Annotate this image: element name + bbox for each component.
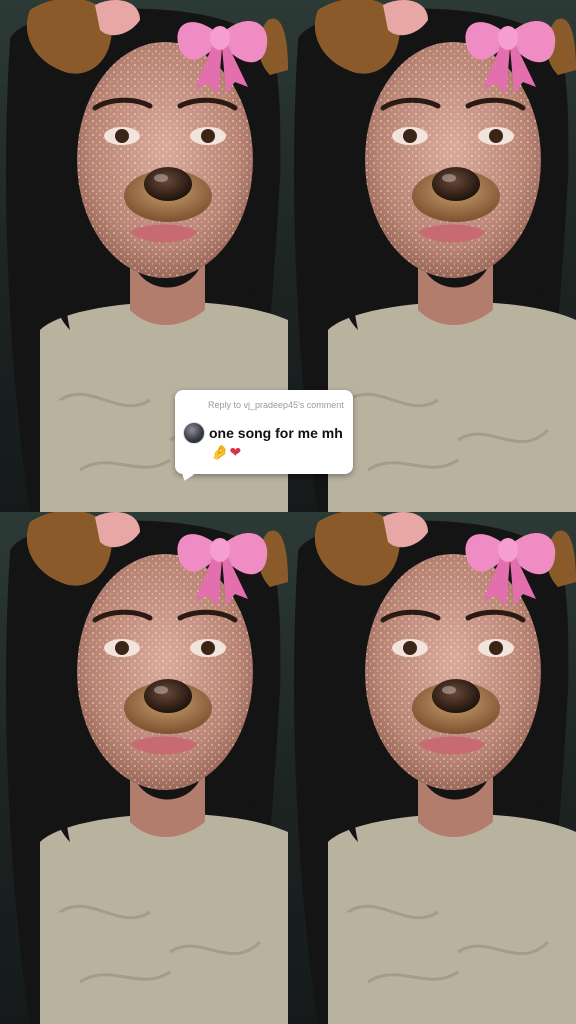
comment-reply-sticker[interactable]: Reply to vj_pradeep45's comment one song… bbox=[175, 390, 353, 484]
heart-emoji: ❤ bbox=[229, 445, 242, 461]
reply-comment-text: one song for me mh bbox=[209, 425, 343, 441]
reply-emoji-row: 🤌❤ bbox=[211, 445, 241, 461]
video-frame-grid bbox=[0, 0, 576, 1024]
dog-filter-portrait bbox=[294, 512, 576, 1024]
pinched-fingers-emoji: 🤌 bbox=[211, 445, 229, 461]
reply-header: Reply to vj_pradeep45's comment bbox=[208, 400, 344, 410]
commenter-avatar bbox=[183, 422, 205, 444]
video-tile-bottom-right bbox=[288, 512, 576, 1024]
dog-filter-portrait bbox=[6, 512, 288, 1024]
video-tile-bottom-left bbox=[0, 512, 288, 1024]
